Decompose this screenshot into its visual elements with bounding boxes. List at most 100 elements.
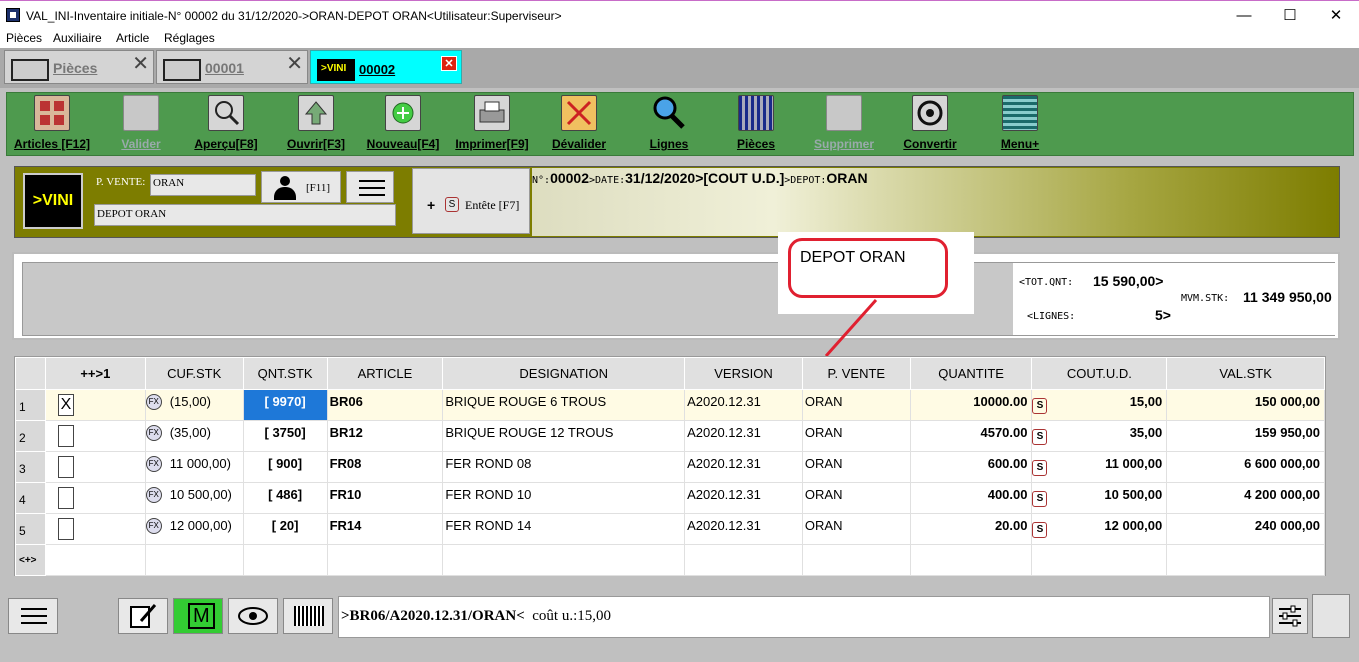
row-number[interactable]: 5 (15, 513, 46, 545)
empty-cell[interactable] (242, 544, 328, 576)
quantite-cell[interactable]: 600.00 (909, 451, 1033, 483)
pvente-cell[interactable]: ORAN (801, 389, 911, 421)
qnt-stk-cell[interactable]: [ 486] (242, 482, 328, 514)
select-cell[interactable] (44, 482, 146, 514)
empty-cell[interactable] (144, 544, 244, 576)
table-row[interactable]: 1 X FX (15,00) [ 9970] BR06 BRIQUE ROUGE 6 TRO… (15, 389, 1325, 421)
nouveau-button[interactable]: Nouveau[F4] (361, 95, 445, 151)
devalider-button[interactable]: Dévalider (547, 95, 611, 151)
minimize-button[interactable]: — (1221, 1, 1267, 31)
qnt-stk-cell[interactable]: [ 9970] (242, 389, 328, 421)
menu-pieces[interactable]: Pièces (6, 31, 42, 45)
row-number[interactable]: 1 (15, 389, 46, 421)
row-number[interactable]: 4 (15, 482, 46, 514)
select-cell[interactable]: X (44, 389, 146, 421)
col-val-stk[interactable]: VAL.STK (1166, 357, 1325, 390)
close-window-button[interactable]: ✕ (1313, 1, 1359, 31)
version-cell[interactable]: A2020.12.31 (684, 482, 803, 514)
apercu-button[interactable]: Aperçu[F8] (191, 95, 261, 151)
barcode-button[interactable] (283, 598, 333, 634)
edit-button[interactable] (118, 598, 168, 634)
article-cell[interactable]: BR12 (326, 420, 444, 452)
fx-icon[interactable]: FX (146, 425, 162, 441)
row-number[interactable]: 3 (15, 451, 46, 483)
quantite-cell[interactable]: 10000.00 (909, 389, 1033, 421)
cout-ud-cell[interactable]: S 11 000,00 (1031, 451, 1168, 483)
empty-cell[interactable] (684, 544, 803, 576)
article-cell[interactable]: FR10 (326, 482, 444, 514)
articles-button[interactable]: Articles [F12] (9, 95, 95, 151)
menu-article[interactable]: Article (116, 31, 149, 45)
version-cell[interactable]: A2020.12.31 (684, 389, 803, 421)
s-icon[interactable]: S (1032, 398, 1048, 414)
pvente-cell[interactable]: ORAN (801, 451, 911, 483)
col-qnt-stk[interactable]: QNT.STK (242, 357, 328, 390)
col-article[interactable]: ARTICLE (326, 357, 444, 390)
tab-close-icon[interactable]: ✕ (286, 51, 303, 76)
valider-button[interactable]: Valider (111, 95, 171, 151)
view-button[interactable] (228, 598, 278, 634)
designation-cell[interactable]: FER ROND 14 (442, 513, 686, 545)
designation-cell[interactable]: FER ROND 10 (442, 482, 686, 514)
designation-cell[interactable]: FER ROND 08 (442, 451, 686, 483)
empty-cell[interactable] (909, 544, 1033, 576)
imprimer-button[interactable]: Imprimer[F9] (449, 95, 535, 151)
m-button[interactable]: M (173, 598, 223, 634)
table-row[interactable]: 3 FX 11 000,00) [ 900] FR08 FER ROND 08 A2020.… (15, 451, 1325, 483)
select-cell[interactable] (44, 420, 146, 452)
row-checkbox[interactable] (57, 518, 74, 540)
cuf-stk-cell[interactable]: FX (15,00) (144, 389, 244, 421)
cuf-stk-cell[interactable]: FX 12 000,00) (144, 513, 244, 545)
pvente-cell[interactable]: ORAN (801, 482, 911, 514)
quantite-cell[interactable]: 20.00 (909, 513, 1033, 545)
qnt-stk-cell[interactable]: [ 900] (242, 451, 328, 483)
s-icon[interactable]: S (1032, 460, 1048, 476)
tab-pieces[interactable]: Pièces ✕ (4, 50, 154, 84)
lignes-button[interactable]: Lignes (639, 95, 699, 151)
table-row[interactable]: 5 FX 12 000,00) [ 20] FR14 FER ROND 14 A2020.1… (15, 513, 1325, 545)
app-icon[interactable] (6, 8, 20, 22)
article-cell[interactable]: BR06 (326, 389, 444, 421)
val-stk-cell[interactable]: 4 200 000,00 (1166, 482, 1325, 514)
row-checkbox[interactable] (57, 425, 74, 447)
cuf-stk-cell[interactable]: FX 11 000,00) (144, 451, 244, 483)
col-cuf-stk[interactable]: CUF.STK (144, 357, 244, 390)
cuf-stk-cell[interactable]: FX 10 500,00) (144, 482, 244, 514)
col-select[interactable]: ++>1 (44, 357, 146, 390)
empty-cell[interactable] (801, 544, 911, 576)
empty-cell[interactable] (326, 544, 444, 576)
settings-button[interactable] (1272, 598, 1308, 634)
empty-cell[interactable] (1031, 544, 1168, 576)
pvente-field[interactable]: ORAN (150, 174, 256, 196)
col-cout-ud[interactable]: COUT.U.D. (1031, 357, 1168, 390)
fx-icon[interactable]: FX (146, 394, 162, 410)
depot-field[interactable]: DEPOT ORAN (94, 204, 396, 226)
tab-00002[interactable]: >VINI 00002 ✕ (310, 50, 462, 84)
cout-ud-cell[interactable]: S 10 500,00 (1031, 482, 1168, 514)
fx-icon[interactable]: FX (146, 487, 162, 503)
row-checkbox[interactable]: X (57, 394, 74, 416)
empty-cell[interactable] (1166, 544, 1325, 576)
maximize-button[interactable]: ☐ (1267, 1, 1313, 31)
empty-cell[interactable] (44, 544, 146, 576)
add-row-marker[interactable]: <+> (15, 544, 46, 576)
select-cell[interactable] (44, 513, 146, 545)
header-menu-button[interactable] (346, 171, 394, 203)
menu-plus-button[interactable]: Menu+ (987, 95, 1053, 151)
val-stk-cell[interactable]: 150 000,00 (1166, 389, 1325, 421)
s-icon[interactable]: S (1032, 429, 1048, 445)
table-row[interactable]: 2 FX (35,00) [ 3750] BR12 BRIQUE ROUGE 12 TRO… (15, 420, 1325, 452)
row-checkbox[interactable] (57, 487, 74, 509)
qnt-stk-cell[interactable]: [ 3750] (242, 420, 328, 452)
bottom-menu-button[interactable] (8, 598, 58, 634)
convertir-button[interactable]: Convertir (897, 95, 963, 151)
cout-ud-cell[interactable]: S 35,00 (1031, 420, 1168, 452)
qnt-stk-cell[interactable]: [ 20] (242, 513, 328, 545)
quantite-cell[interactable]: 400.00 (909, 482, 1033, 514)
pvente-cell[interactable]: ORAN (801, 420, 911, 452)
cout-ud-cell[interactable]: S 15,00 (1031, 389, 1168, 421)
select-cell[interactable] (44, 451, 146, 483)
val-stk-cell[interactable]: 240 000,00 (1166, 513, 1325, 545)
cuf-stk-cell[interactable]: FX (35,00) (144, 420, 244, 452)
tab-close-icon[interactable]: ✕ (132, 51, 149, 76)
